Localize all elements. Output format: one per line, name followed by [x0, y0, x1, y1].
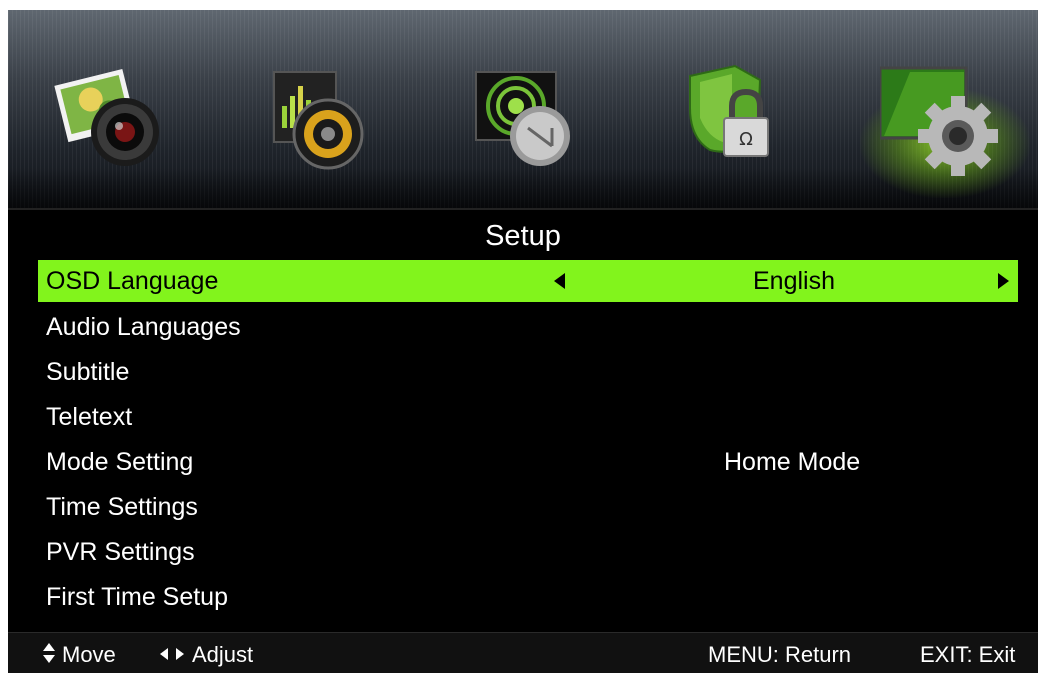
menu-return-hint: MENU: Return: [708, 642, 852, 667]
arrow-right-icon[interactable]: [998, 273, 1009, 289]
menu-item-first-time-setup[interactable]: First Time Setup: [38, 576, 1018, 618]
sound-icon[interactable]: [258, 58, 378, 178]
arrow-left-icon[interactable]: [554, 273, 565, 289]
tv-osd-screen: Ω Setup OSD Language English Audio Langu…: [8, 10, 1038, 673]
channel-icon[interactable]: [466, 58, 586, 178]
menu-item-label: Teletext: [46, 403, 133, 431]
menu-item-label: Time Settings: [46, 493, 198, 521]
category-icon-bar: Ω: [8, 10, 1038, 208]
menu-item-audio-languages[interactable]: Audio Languages: [38, 306, 1018, 348]
picture-icon[interactable]: [53, 58, 173, 178]
move-hint: Move: [62, 642, 116, 667]
exit-hint: EXIT: Exit: [920, 642, 1016, 667]
menu-item-label: Audio Languages: [46, 313, 241, 341]
left-right-icon: [160, 648, 184, 660]
menu-item-subtitle[interactable]: Subtitle: [38, 351, 1018, 393]
up-down-icon: [43, 643, 55, 663]
menu-item-pvr-settings[interactable]: PVR Settings: [38, 531, 1018, 573]
menu-item-mode-setting[interactable]: Mode Setting Home Mode: [38, 441, 1018, 483]
lock-icon[interactable]: Ω: [680, 58, 800, 178]
menu-item-label: PVR Settings: [46, 538, 195, 566]
menu-item-label: Mode Setting: [46, 448, 194, 476]
svg-text:Ω: Ω: [739, 129, 753, 150]
page-title-bar: Setup: [8, 208, 1038, 260]
footer-hint-bar: Move Adjust MENU: Return EXIT: Exit: [8, 632, 1038, 673]
menu-item-time-settings[interactable]: Time Settings: [38, 486, 1018, 528]
menu-item-osd-language[interactable]: OSD Language English: [38, 260, 1018, 302]
menu-item-label: OSD Language: [46, 267, 219, 295]
menu-item-value: Home Mode: [724, 448, 861, 476]
menu-item-label: First Time Setup: [46, 583, 228, 611]
adjust-hint: Adjust: [192, 642, 254, 667]
setup-icon[interactable]: [860, 58, 1030, 198]
menu-item-value: English: [753, 267, 835, 295]
menu-item-teletext[interactable]: Teletext: [38, 396, 1018, 438]
menu-item-label: Subtitle: [46, 358, 130, 386]
page-title: Setup: [485, 220, 561, 252]
